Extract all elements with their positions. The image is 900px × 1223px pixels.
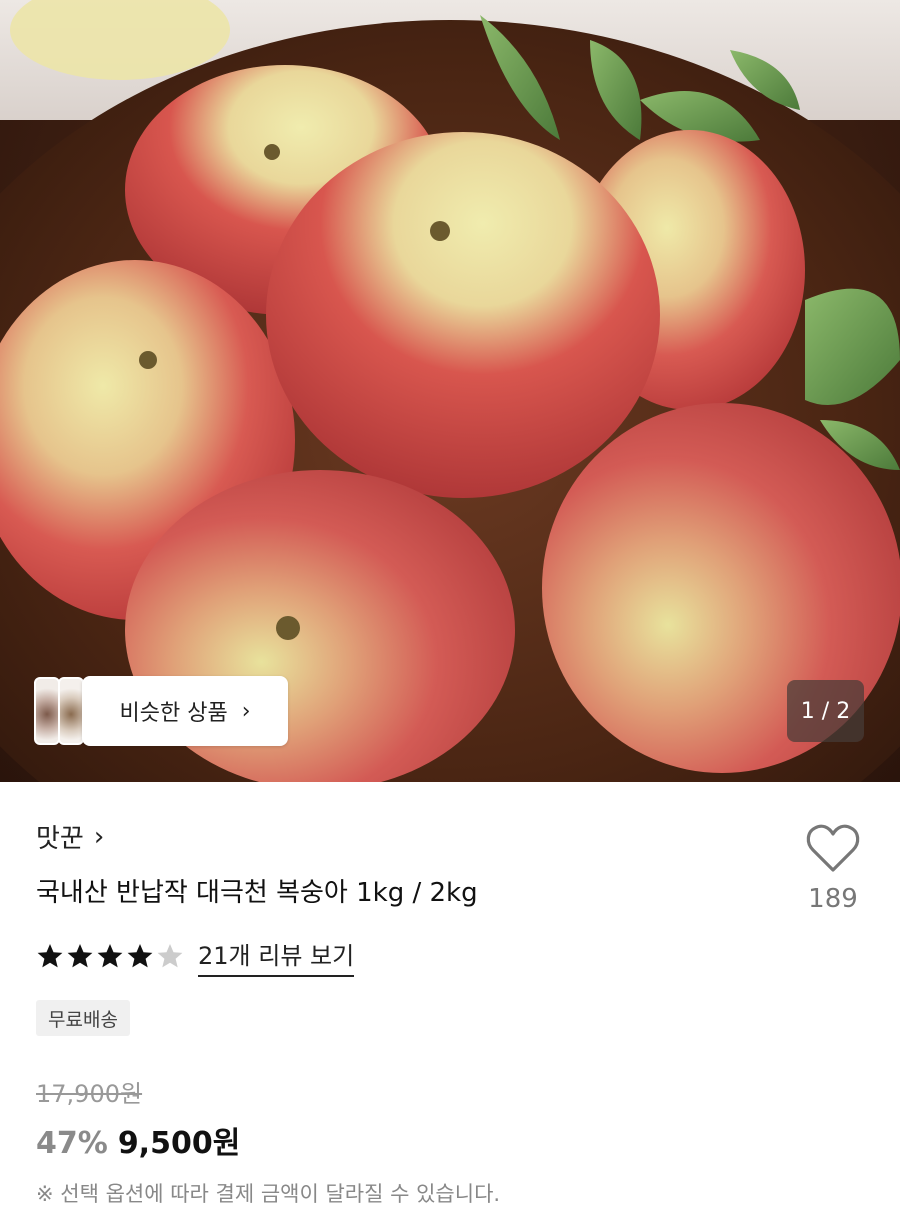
similar-thumbnail	[34, 677, 60, 745]
star-rating	[36, 942, 184, 970]
review-link[interactable]: 21개 리뷰 보기	[198, 936, 355, 977]
image-page-indicator: 1 / 2	[787, 680, 864, 742]
peaches-photo	[0, 0, 900, 782]
brand-name: 맛꾼	[36, 824, 84, 854]
wishlist-count: 189	[808, 884, 858, 914]
similar-thumbnail	[58, 677, 84, 745]
original-price: 17,900원	[36, 1080, 143, 1108]
chevron-right-icon: ›	[241, 698, 251, 724]
price-row: 47% 9,500원	[36, 1118, 240, 1162]
similar-products-button[interactable]: 비슷한 상품 ›	[82, 676, 288, 746]
star-filled-icon	[67, 944, 93, 968]
wishlist-button[interactable]: 189	[800, 822, 866, 914]
price-note: ※ 선택 옵션에 따라 결제 금액이 달라질 수 있습니다.	[36, 1182, 501, 1206]
rating-row: 21개 리뷰 보기	[36, 936, 355, 977]
product-image-carousel[interactable]: 비슷한 상품 › 1 / 2	[0, 0, 900, 782]
similar-products-chip[interactable]: 비슷한 상품 ›	[34, 676, 288, 746]
discount-rate: 47%	[36, 1126, 108, 1161]
brand-link[interactable]: 맛꾼 ›	[36, 818, 104, 855]
similar-products-thumbnails	[34, 677, 88, 745]
star-filled-icon	[37, 944, 63, 968]
product-title: 국내산 반납작 대극천 복숭아 1kg / 2kg	[36, 878, 478, 908]
chevron-right-icon: ›	[93, 821, 105, 852]
star-empty-icon	[157, 944, 183, 968]
star-filled-icon	[97, 944, 123, 968]
similar-products-label: 비슷한 상품	[119, 701, 228, 726]
star-filled-icon	[127, 944, 153, 968]
heart-icon	[806, 824, 860, 872]
free-shipping-badge: 무료배송	[36, 1000, 130, 1036]
sale-price: 9,500원	[117, 1126, 241, 1161]
